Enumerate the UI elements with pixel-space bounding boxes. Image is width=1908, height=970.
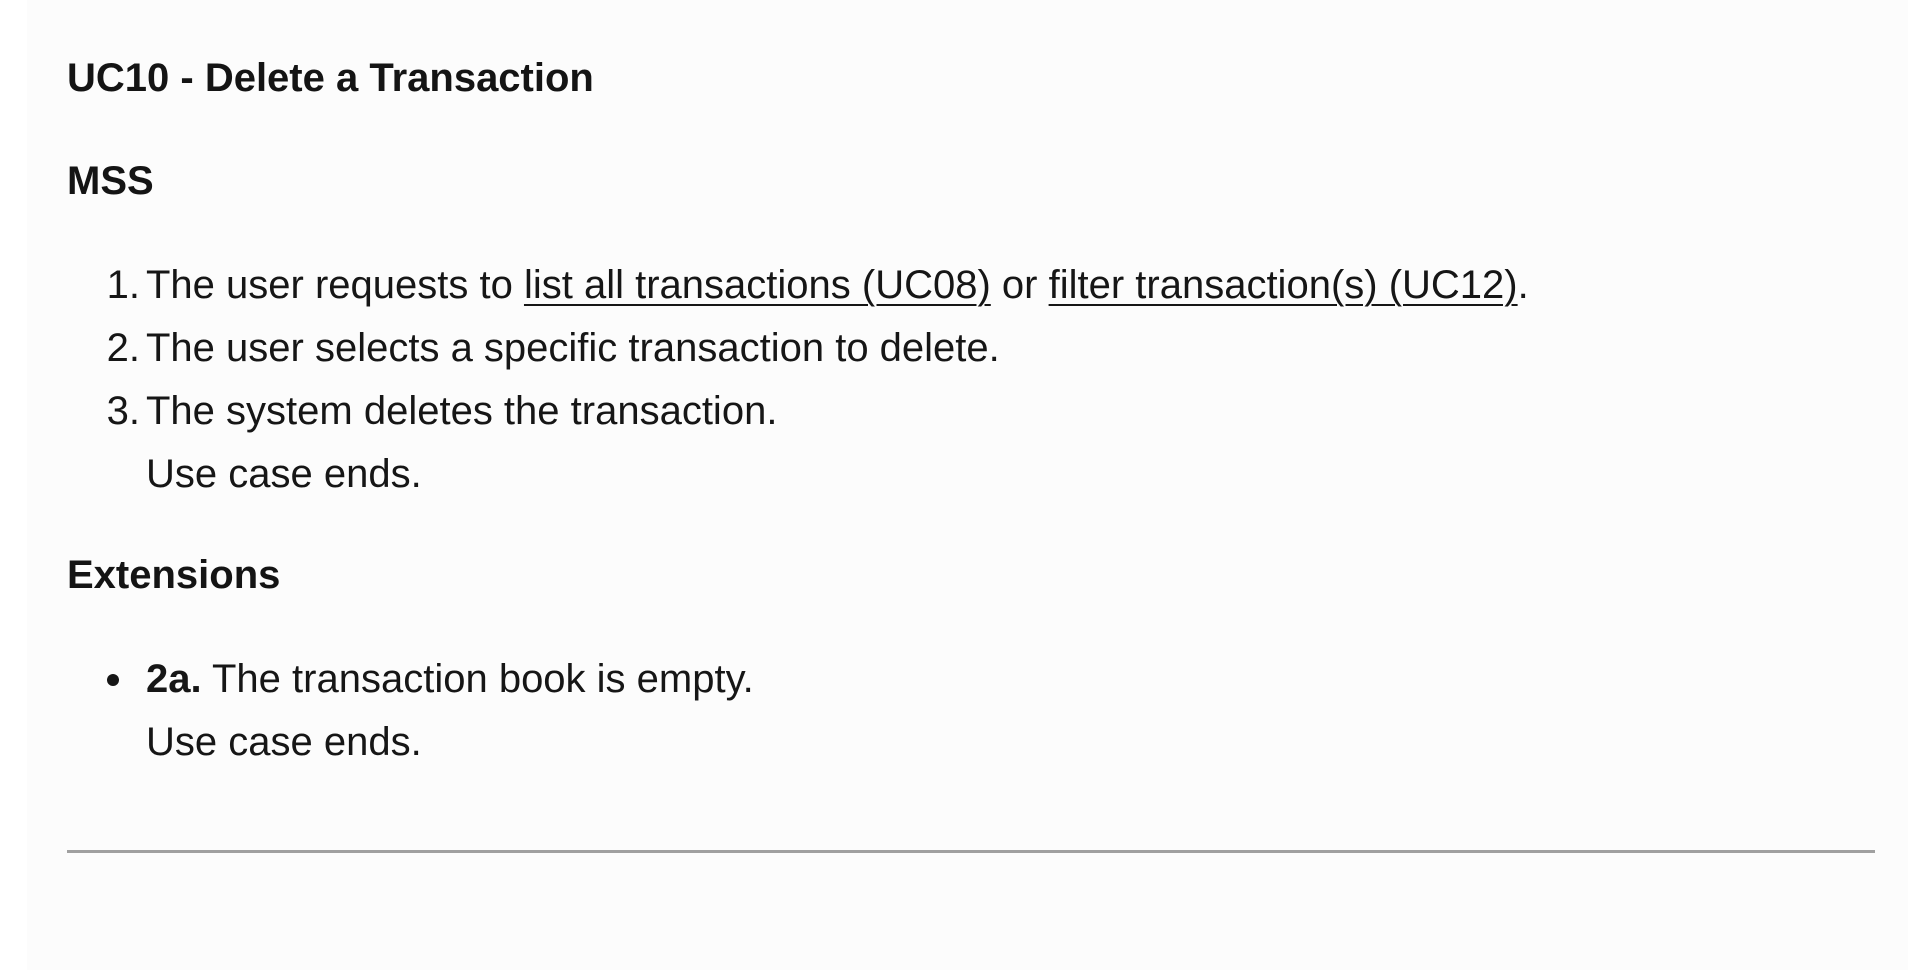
mss-step-2: 2. The user selects a specific transacti… [67, 317, 1529, 380]
step-text: The system deletes the transaction. [146, 389, 778, 433]
document-page: UC10 - Delete a Transaction MSS 1. The u… [27, 0, 1908, 970]
step-text: . [1517, 263, 1529, 307]
mss-step-1: 1. The user requests to list all transac… [67, 254, 1529, 317]
extension-text: The transaction book is empty. [201, 657, 754, 701]
step-number: 3. [106, 389, 140, 433]
mss-steps-list: 1. The user requests to list all transac… [67, 254, 1529, 506]
mss-heading: MSS [67, 159, 154, 203]
bullet-icon [107, 674, 119, 686]
step-text: The user selects a specific transaction … [146, 326, 1000, 370]
use-case-ends-text: Use case ends. [146, 452, 422, 496]
extension-item: 2a. The transaction book is empty. Use c… [67, 648, 754, 774]
step-number: 2. [106, 326, 140, 370]
step-text: The user requests to [146, 263, 524, 307]
step-number: 1. [106, 263, 140, 307]
extensions-heading: Extensions [67, 553, 281, 597]
step-text: or [990, 263, 1049, 307]
link-filter-transactions[interactable]: filter transaction(s) (UC12) [1049, 263, 1518, 307]
extension-label: 2a. [146, 657, 202, 701]
page-title: UC10 - Delete a Transaction [67, 56, 594, 100]
use-case-ends-text: Use case ends. [146, 720, 422, 764]
horizontal-divider [67, 850, 1875, 853]
link-list-all-transactions[interactable]: list all transactions (UC08) [524, 263, 991, 307]
mss-step-3: 3. The system deletes the transaction. U… [67, 380, 1529, 506]
extensions-list: 2a. The transaction book is empty. Use c… [67, 648, 754, 774]
